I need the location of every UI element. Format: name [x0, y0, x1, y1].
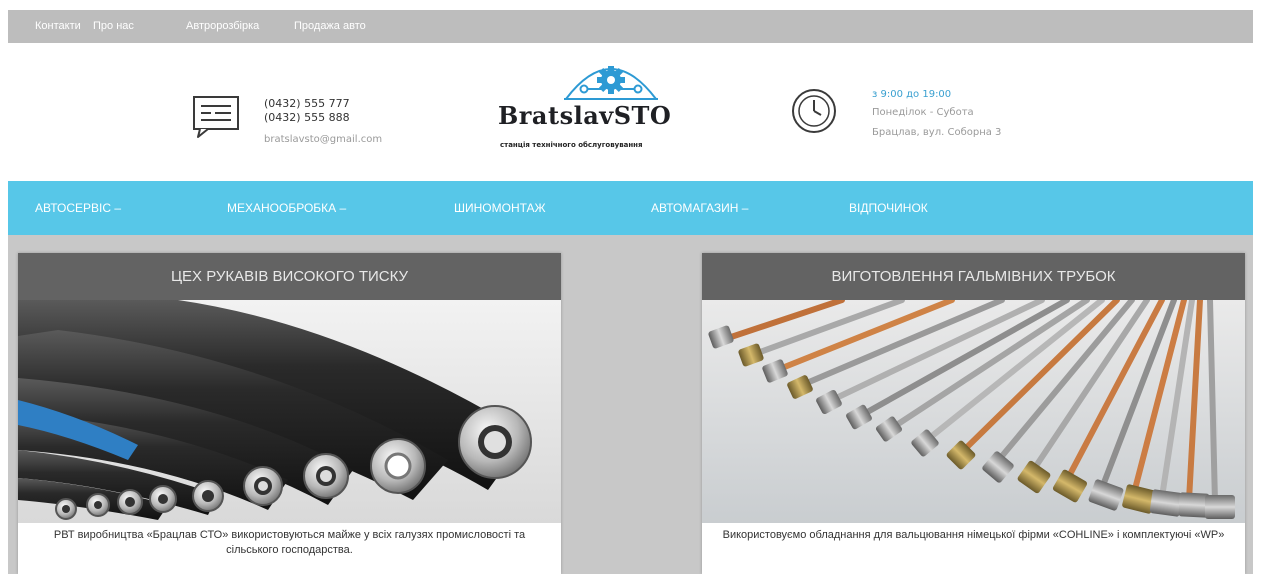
topnav-link-contacts[interactable]: Контакти — [35, 10, 81, 43]
clock-icon — [790, 87, 838, 135]
email-link[interactable]: bratslavsto@gmail.com — [264, 134, 382, 145]
hoses-photo — [18, 300, 561, 523]
topnav-link-dismantling[interactable]: Автророзбірка — [186, 10, 259, 43]
phone-number-1[interactable]: (0432) 555 777 — [264, 97, 350, 110]
working-days: Понеділок - Субота — [872, 107, 974, 118]
nav-item-autoservice[interactable]: АВТОСЕРВІС – — [35, 181, 121, 235]
working-hours: з 9:00 до 19:00 — [872, 89, 952, 100]
logo-tagline: станція технічного обслуговування — [500, 141, 643, 149]
card-caption: РВТ виробництва «Брацлав СТО» використов… — [53, 529, 526, 556]
logo-name[interactable]: BratslavSTO — [498, 101, 671, 130]
card-caption: Використовуємо обладнання для вальцюванн… — [722, 529, 1225, 541]
nav-item-machining[interactable]: МЕХАНООБРОБКА – — [227, 181, 346, 235]
card-brake-pipes[interactable]: ВИГОТОВЛЕННЯ ГАЛЬМІВНИХ ТРУБОК Використо… — [702, 253, 1245, 574]
content-area: ЦЕХ РУКАВІВ ВИСОКОГО ТИСКУ РВТ виробницт… — [8, 235, 1253, 574]
gear-wrench-logo-icon[interactable] — [556, 53, 666, 103]
address: Брацлав, вул. Соборна 3 — [872, 127, 1002, 138]
card-title[interactable]: ЦЕХ РУКАВІВ ВИСОКОГО ТИСКУ — [18, 253, 561, 300]
topnav-link-about[interactable]: Про нас — [93, 10, 134, 43]
main-nav: АВТОСЕРВІС – МЕХАНООБРОБКА – ШИНОМОНТАЖ … — [8, 181, 1253, 235]
message-icon — [192, 95, 240, 139]
nav-item-auto-shop[interactable]: АВТОМАГАЗИН – — [651, 181, 748, 235]
top-bar: Контакти Про нас Автророзбірка Продажа а… — [8, 10, 1253, 43]
phone-number-2[interactable]: (0432) 555 888 — [264, 111, 350, 124]
brake-pipes-photo — [702, 300, 1245, 523]
card-hose-workshop[interactable]: ЦЕХ РУКАВІВ ВИСОКОГО ТИСКУ РВТ виробницт… — [18, 253, 561, 574]
nav-item-recreation[interactable]: ВІДПОЧИНОК — [849, 181, 928, 235]
card-title[interactable]: ВИГОТОВЛЕННЯ ГАЛЬМІВНИХ ТРУБОК — [702, 253, 1245, 300]
topnav-link-car-sales[interactable]: Продажа авто — [294, 10, 366, 43]
nav-item-tire-service[interactable]: ШИНОМОНТАЖ — [454, 181, 546, 235]
site-header: (0432) 555 777 (0432) 555 888 bratslavst… — [8, 43, 1253, 181]
